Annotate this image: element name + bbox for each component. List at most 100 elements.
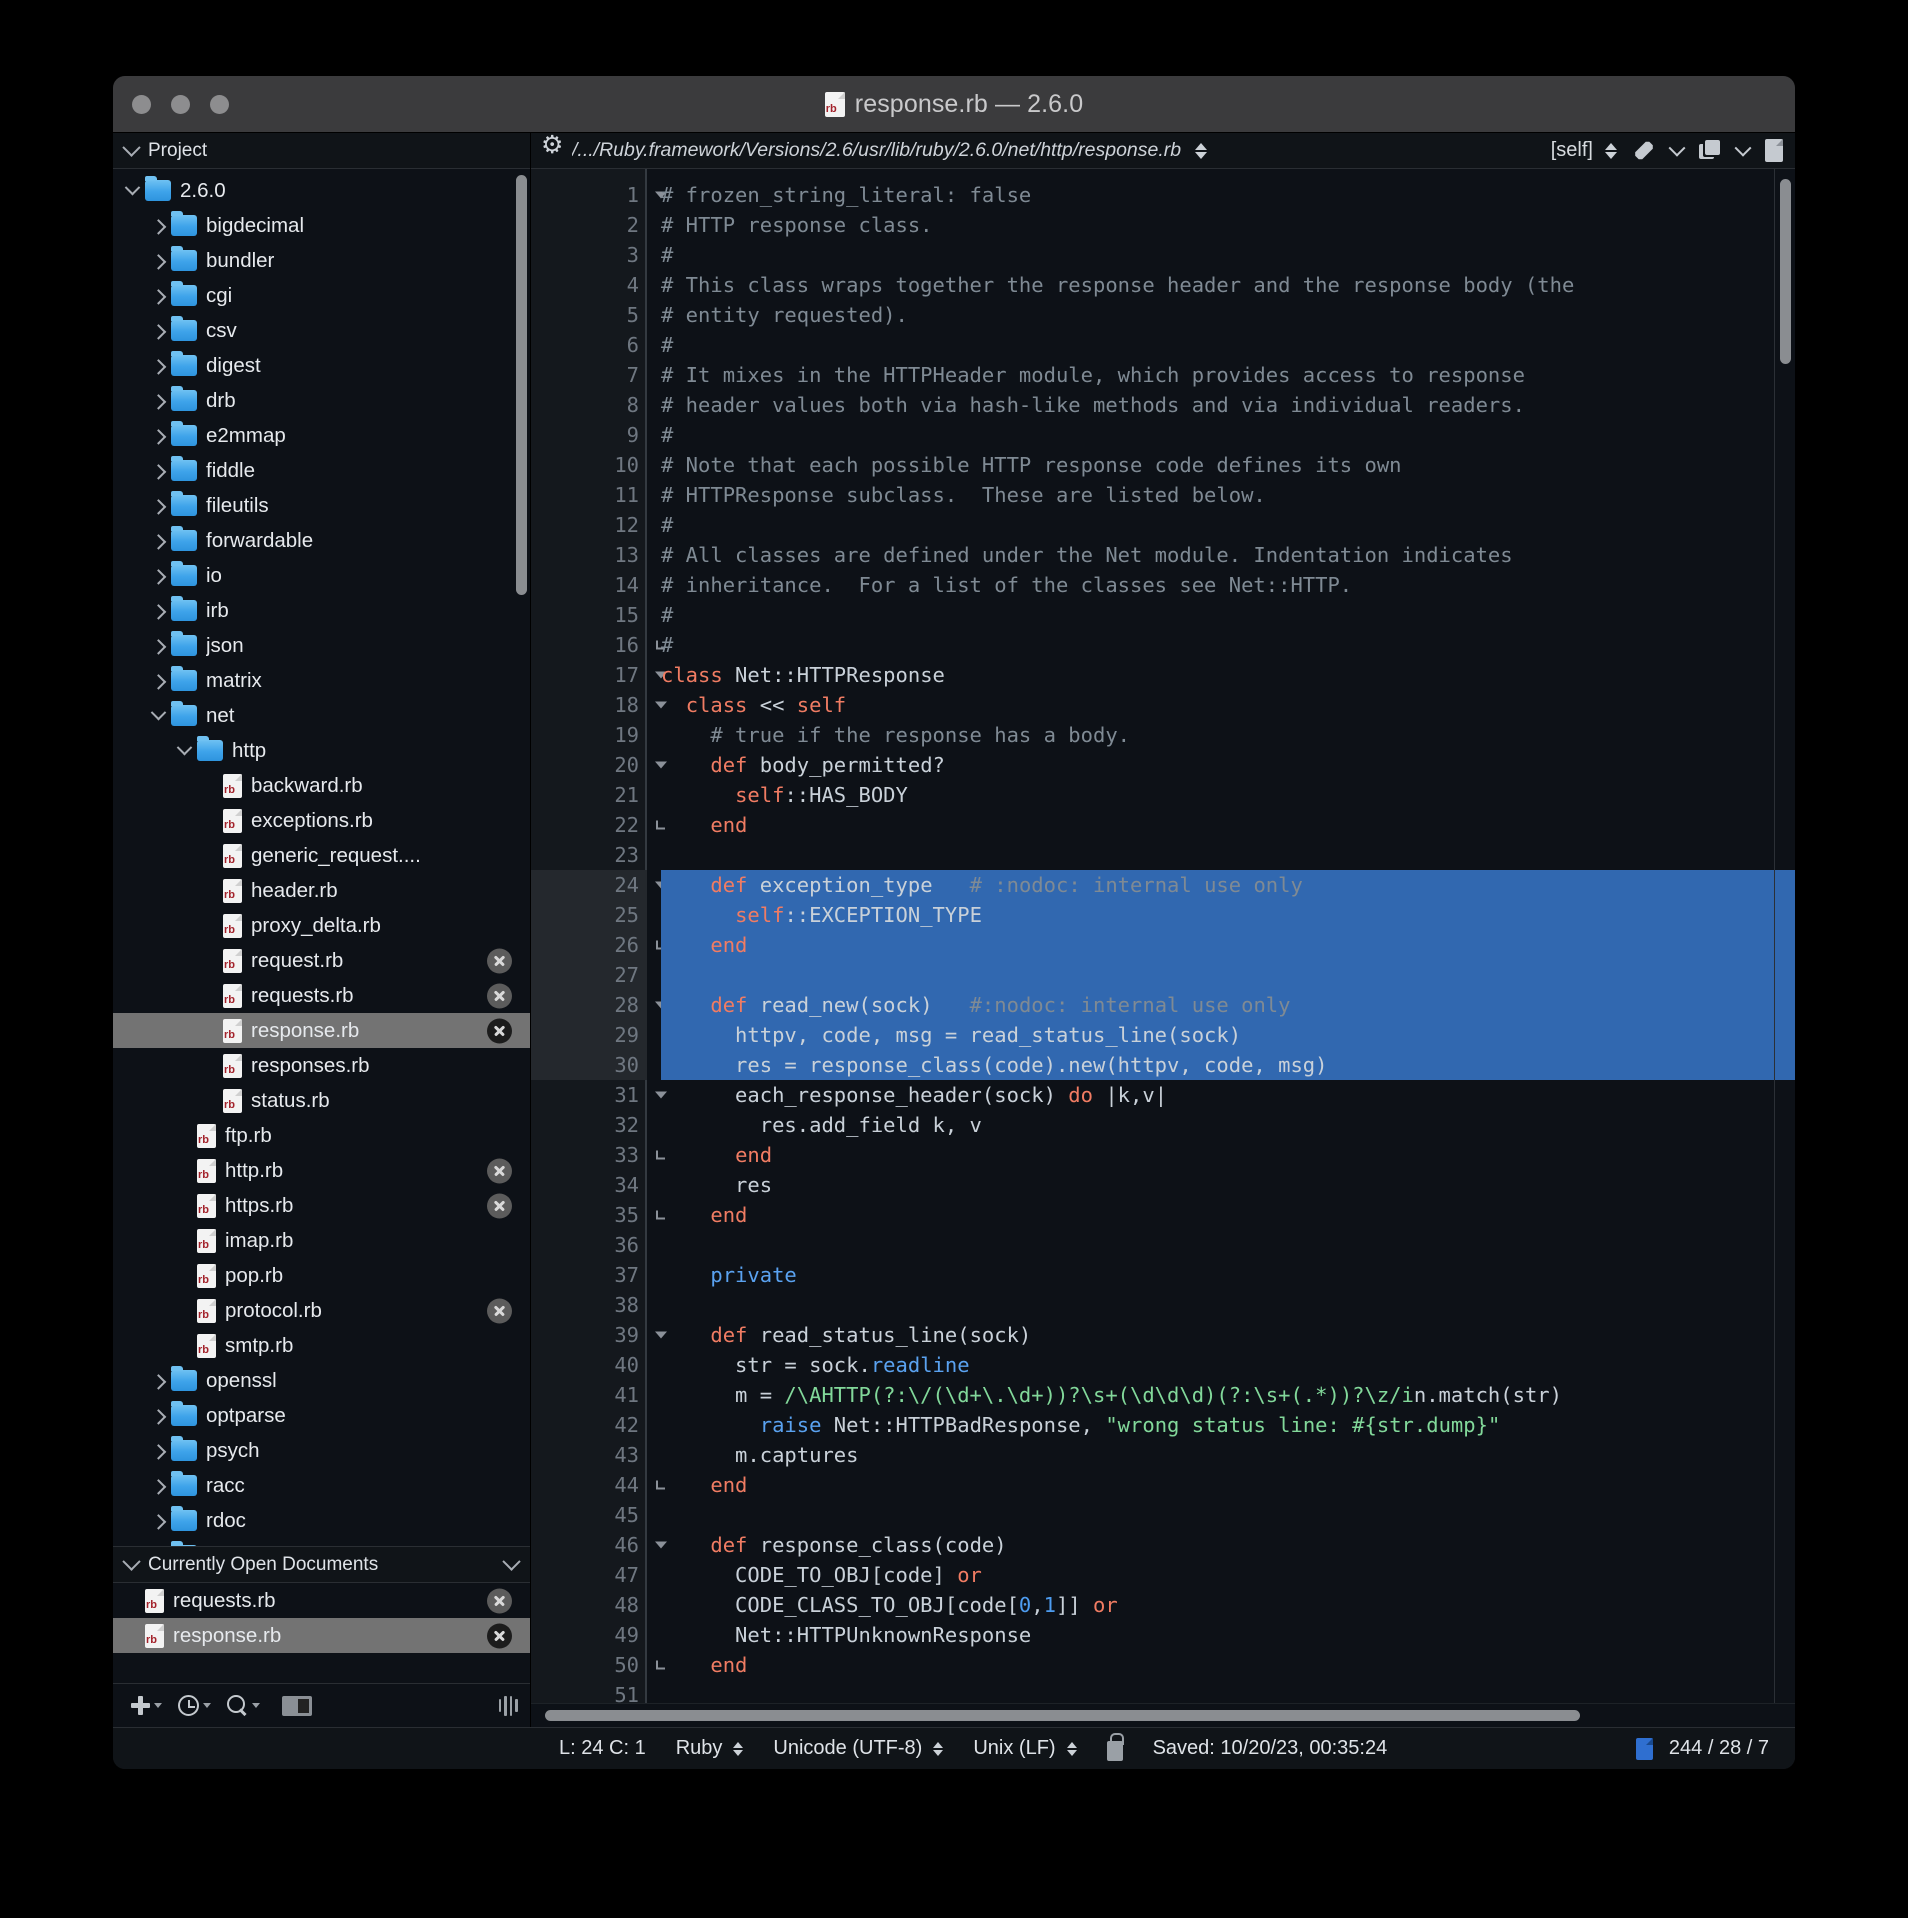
disclosure-triangle[interactable] xyxy=(145,499,171,515)
disclosure-triangle[interactable] xyxy=(145,639,171,655)
tree-file-row[interactable]: backward.rb xyxy=(113,768,530,803)
open-documents-header[interactable]: Currently Open Documents xyxy=(113,1547,530,1583)
code-line[interactable]: res.add_field k, v xyxy=(661,1110,1795,1140)
code-line[interactable]: # xyxy=(661,510,1795,540)
code-line[interactable]: # entity requested). xyxy=(661,300,1795,330)
tree-file-row[interactable]: protocol.rb xyxy=(113,1293,530,1328)
disclosure-triangle[interactable] xyxy=(145,1374,171,1390)
tree-folder-row[interactable]: io xyxy=(113,558,530,593)
code-line[interactable]: end xyxy=(661,1470,1795,1500)
code-editor[interactable]: 1 2 3 4 5 6 7 8 9 10 11 12 13 14 15 16 17 18 19 20 21 22 23 24 2… xyxy=(531,169,1795,1703)
code-line[interactable] xyxy=(661,1680,1795,1703)
code-line[interactable]: CODE_CLASS_TO_OBJ[code[0,1]] or xyxy=(661,1590,1795,1620)
tree-file-row[interactable]: https.rb xyxy=(113,1188,530,1223)
tree-folder-row[interactable]: irb xyxy=(113,593,530,628)
tree-folder-row[interactable]: forwardable xyxy=(113,523,530,558)
tree-folder-row[interactable]: fiddle xyxy=(113,453,530,488)
disclosure-triangle[interactable] xyxy=(145,674,171,690)
disclosure-triangle[interactable] xyxy=(145,464,171,480)
code-line[interactable]: # Note that each possible HTTP response … xyxy=(661,450,1795,480)
code-line[interactable] xyxy=(661,960,1795,990)
code-line[interactable]: # frozen_string_literal: false xyxy=(661,180,1795,210)
tree-file-row[interactable]: exceptions.rb xyxy=(113,803,530,838)
disclosure-triangle[interactable] xyxy=(145,569,171,585)
code-line[interactable]: end xyxy=(661,930,1795,960)
code-line[interactable]: end xyxy=(661,1650,1795,1680)
code-line[interactable]: # true if the response has a body. xyxy=(661,720,1795,750)
tree-file-row[interactable]: pop.rb xyxy=(113,1258,530,1293)
tree-file-row[interactable]: ftp.rb xyxy=(113,1118,530,1153)
code-line[interactable]: end xyxy=(661,1140,1795,1170)
code-line[interactable]: # xyxy=(661,330,1795,360)
code-line[interactable]: raise Net::HTTPBadResponse, "wrong statu… xyxy=(661,1410,1795,1440)
code-line[interactable]: Net::HTTPUnknownResponse xyxy=(661,1620,1795,1650)
tree-folder-row[interactable]: e2mmap xyxy=(113,418,530,453)
open-document-row[interactable]: requests.rb xyxy=(113,1583,530,1618)
tree-file-row[interactable]: requests.rb xyxy=(113,978,530,1013)
code-line[interactable]: # All classes are defined under the Net … xyxy=(661,540,1795,570)
code-line[interactable]: # HTTPResponse subclass. These are liste… xyxy=(661,480,1795,510)
code-line[interactable]: m.captures xyxy=(661,1440,1795,1470)
code-line[interactable]: self::HAS_BODY xyxy=(661,780,1795,810)
tree-folder-row[interactable]: http xyxy=(113,733,530,768)
disclosure-triangle[interactable] xyxy=(145,1479,171,1495)
tree-folder-row[interactable]: optparse xyxy=(113,1398,530,1433)
tag-icon[interactable] xyxy=(1635,141,1653,160)
tree-folder-row[interactable]: matrix xyxy=(113,663,530,698)
tree-folder-row[interactable]: psych xyxy=(113,1433,530,1468)
tree-folder-row[interactable]: openssl xyxy=(113,1363,530,1398)
open-document-row[interactable]: response.rb xyxy=(113,1618,530,1653)
split-view-button[interactable] xyxy=(282,1695,312,1716)
code-line[interactable]: str = sock.readline xyxy=(661,1350,1795,1380)
chevron-down-icon[interactable] xyxy=(1668,139,1686,157)
close-document-icon[interactable] xyxy=(487,983,512,1008)
close-document-icon[interactable] xyxy=(487,1623,512,1648)
tree-folder-row[interactable]: rdoc xyxy=(113,1503,530,1538)
disclosure-triangle[interactable] xyxy=(171,739,197,756)
tree-file-row[interactable]: smtp.rb xyxy=(113,1328,530,1363)
code-line[interactable]: res = response_class(code).new(httpv, co… xyxy=(661,1050,1795,1080)
disclosure-triangle[interactable] xyxy=(145,1444,171,1460)
tree-folder-row[interactable]: csv xyxy=(113,313,530,348)
encoding-selector[interactable]: Unicode (UTF-8) xyxy=(773,1737,944,1760)
code-line[interactable]: end xyxy=(661,1200,1795,1230)
code-line[interactable]: # inheritance. For a list of the classes… xyxy=(661,570,1795,600)
code-line[interactable]: # This class wraps together the response… xyxy=(661,270,1795,300)
tree-file-row[interactable]: status.rb xyxy=(113,1083,530,1118)
tree-folder-row[interactable]: racc xyxy=(113,1468,530,1503)
disclosure-triangle[interactable] xyxy=(145,289,171,305)
code-line[interactable] xyxy=(661,840,1795,870)
disclosure-triangle[interactable] xyxy=(145,1514,171,1530)
search-button[interactable] xyxy=(221,1695,266,1716)
code-line[interactable]: # xyxy=(661,240,1795,270)
disclosure-triangle[interactable] xyxy=(145,534,171,550)
close-document-icon[interactable] xyxy=(487,948,512,973)
tree-folder-row[interactable]: drb xyxy=(113,383,530,418)
tree-file-row[interactable]: generic_request.... xyxy=(113,838,530,873)
tree-folder-row[interactable]: fileutils xyxy=(113,488,530,523)
gear-icon[interactable] xyxy=(541,133,563,160)
tree-file-row[interactable]: proxy_delta.rb xyxy=(113,908,530,943)
code-line[interactable]: self::EXCEPTION_TYPE xyxy=(661,900,1795,930)
tree-file-row[interactable]: header.rb xyxy=(113,873,530,908)
tree-folder-row[interactable]: 2.6.0 xyxy=(113,173,530,208)
code-line[interactable]: def response_class(code) xyxy=(661,1530,1795,1560)
code-line[interactable]: CODE_TO_OBJ[code] or xyxy=(661,1560,1795,1590)
editor-horizontal-scrollbar[interactable] xyxy=(545,1710,1580,1721)
symbol-selector[interactable]: [self] xyxy=(1551,139,1617,162)
disclosure-triangle[interactable] xyxy=(145,704,171,721)
disclosure-triangle[interactable] xyxy=(145,429,171,445)
tree-folder-row[interactable]: digest xyxy=(113,348,530,383)
tree-file-row[interactable]: responses.rb xyxy=(113,1048,530,1083)
code-line[interactable]: # HTTP response class. xyxy=(661,210,1795,240)
close-document-icon[interactable] xyxy=(487,1588,512,1613)
editor-vertical-scrollbar[interactable] xyxy=(1780,179,1791,364)
close-document-icon[interactable] xyxy=(487,1298,512,1323)
tree-folder-row[interactable]: json xyxy=(113,628,530,663)
file-path-label[interactable]: /.../Ruby.framework/Versions/2.6/usr/lib… xyxy=(572,139,1181,162)
chevron-down-icon[interactable] xyxy=(1734,139,1752,157)
tree-folder-row[interactable]: cgi xyxy=(113,278,530,313)
disclosure-triangle[interactable] xyxy=(145,394,171,410)
tree-folder-row[interactable]: rexml xyxy=(113,1538,530,1546)
close-document-icon[interactable] xyxy=(487,1193,512,1218)
